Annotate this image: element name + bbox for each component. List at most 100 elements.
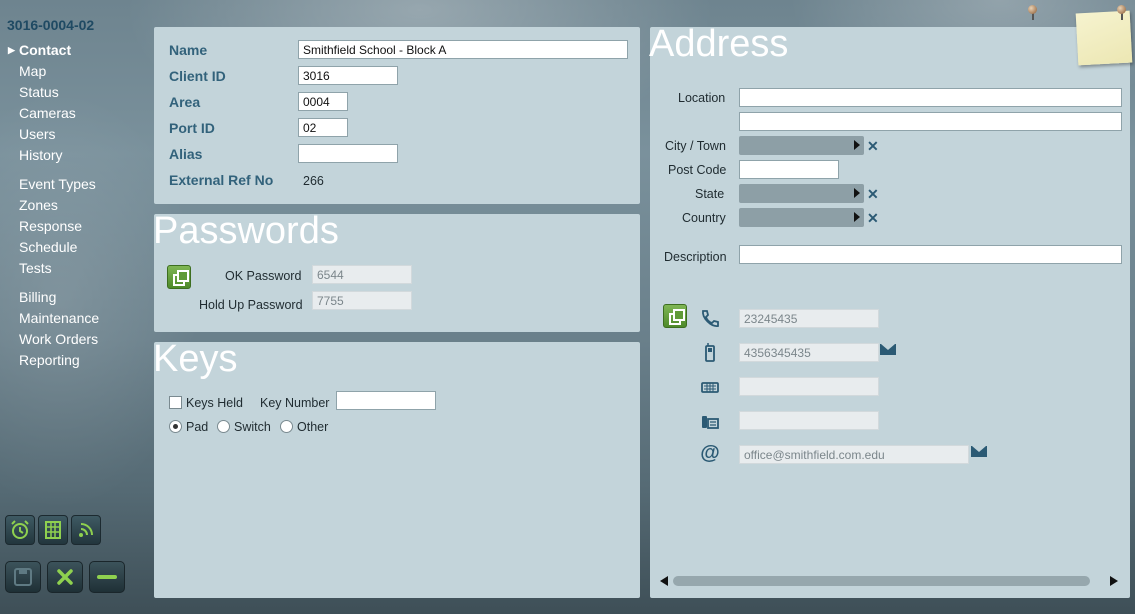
radio-switch-label: Switch — [234, 420, 271, 434]
alias-field[interactable] — [298, 144, 398, 163]
radio-pad-label: Pad — [186, 420, 209, 434]
copy-contacts-button[interactable] — [663, 304, 687, 328]
radio-pad[interactable] — [169, 420, 182, 433]
country-label: Country — [682, 211, 726, 225]
scrollbar-thumb[interactable] — [673, 576, 1090, 586]
sidebar-item-history[interactable]: History — [0, 145, 150, 166]
chevron-right-icon — [854, 188, 860, 198]
name-label: Name — [169, 42, 208, 58]
area-field[interactable] — [298, 92, 348, 111]
sidebar-item-zones[interactable]: Zones — [0, 195, 150, 216]
sidebar-item-map[interactable]: Map — [0, 61, 150, 82]
pin-icon — [1028, 5, 1037, 14]
email-field[interactable] — [739, 445, 969, 464]
description-field[interactable] — [739, 245, 1122, 264]
save-button[interactable] — [5, 561, 41, 593]
sidebar-item-work-orders[interactable]: Work Orders — [0, 329, 150, 350]
delete-button[interactable] — [89, 561, 125, 593]
sticky-note[interactable] — [1075, 10, 1133, 66]
phone-icon — [698, 307, 722, 331]
clear-state-button[interactable]: ✕ — [867, 187, 879, 201]
nav-group: Billing Maintenance Work Orders Reportin… — [0, 287, 150, 371]
desk-phone-icon — [698, 409, 722, 433]
at-sign-icon: @ — [700, 441, 720, 464]
address-title: Address — [649, 23, 789, 65]
radio-other[interactable] — [280, 420, 293, 433]
radio-switch[interactable] — [217, 420, 230, 433]
clear-city-button[interactable]: ✕ — [867, 139, 879, 153]
sidebar-item-response[interactable]: Response — [0, 216, 150, 237]
caret-right-icon: ▶ — [8, 45, 15, 55]
chevron-right-icon — [854, 140, 860, 150]
sidebar-item-maintenance[interactable]: Maintenance — [0, 308, 150, 329]
cancel-button[interactable] — [47, 561, 83, 593]
building-icon — [45, 521, 61, 539]
sidebar-item-label: Cameras — [19, 105, 76, 121]
sidebar-item-label: Maintenance — [19, 310, 100, 326]
external-ref-value: 266 — [303, 174, 324, 188]
key-number-label: Key Number — [260, 396, 330, 410]
building-button[interactable] — [38, 515, 68, 545]
scroll-right-icon[interactable] — [1110, 576, 1118, 586]
wireless-signal-button[interactable] — [71, 515, 101, 545]
sidebar-item-cameras[interactable]: Cameras — [0, 103, 150, 124]
description-label: Description — [664, 250, 727, 264]
postcode-field[interactable] — [739, 160, 839, 179]
external-ref-label: External Ref No — [169, 172, 274, 188]
postcode-label: Post Code — [668, 163, 727, 177]
copy-button[interactable] — [167, 265, 191, 289]
port-id-label: Port ID — [169, 120, 215, 136]
clear-country-button[interactable]: ✕ — [867, 211, 879, 225]
client-id-field[interactable] — [298, 66, 398, 85]
nav-group: Event Types Zones Response Schedule Test… — [0, 174, 150, 279]
ok-password-field[interactable] — [312, 265, 412, 284]
sidebar-item-tests[interactable]: Tests — [0, 258, 150, 279]
alias-label: Alias — [169, 146, 203, 162]
sidebar-item-label: Users — [19, 126, 56, 142]
address-panel: Address Location City / Town ✕ Post Code… — [649, 23, 1130, 598]
hold-up-password-field[interactable] — [312, 291, 412, 310]
sidebar-item-users[interactable]: Users — [0, 124, 150, 145]
area-label: Area — [169, 94, 201, 110]
hold-up-password-label: Hold Up Password — [199, 298, 303, 312]
city-label: City / Town — [665, 139, 726, 153]
nav-group: ▶ Contact Map Status Cameras Users Histor… — [0, 40, 150, 166]
close-icon — [57, 569, 73, 585]
country-dropdown[interactable] — [739, 208, 864, 227]
name-field[interactable] — [298, 40, 628, 59]
sidebar-item-reporting[interactable]: Reporting — [0, 350, 150, 371]
fax-field[interactable] — [739, 377, 879, 396]
alarm-clock-button[interactable] — [5, 515, 35, 545]
location-line1-field[interactable] — [739, 88, 1122, 107]
sidebar-item-billing[interactable]: Billing — [0, 287, 150, 308]
sidebar-item-event-types[interactable]: Event Types — [0, 174, 150, 195]
other-phone-field[interactable] — [739, 411, 879, 430]
sidebar-item-label: Tests — [19, 260, 52, 276]
sidebar-item-label: Map — [19, 63, 47, 79]
city-dropdown[interactable] — [739, 136, 864, 155]
sidebar-item-label: Status — [19, 84, 59, 100]
email-envelope-icon[interactable] — [971, 446, 987, 457]
sidebar-item-status[interactable]: Status — [0, 82, 150, 103]
sidebar-item-schedule[interactable]: Schedule — [0, 237, 150, 258]
email-envelope-icon[interactable] — [880, 344, 896, 355]
mobile-phone-icon — [698, 341, 722, 365]
sidebar-nav: ▶ Contact Map Status Cameras Users Histor… — [0, 40, 150, 379]
key-number-field[interactable] — [336, 391, 436, 410]
state-dropdown[interactable] — [739, 184, 864, 203]
horizontal-scrollbar[interactable] — [660, 575, 1122, 587]
scroll-left-icon[interactable] — [660, 576, 668, 586]
sidebar-item-label: History — [19, 147, 63, 163]
fax-icon — [698, 375, 722, 399]
keys-panel: Keys Keys Held Key Number Pad Switch Oth… — [153, 338, 640, 598]
location-line2-field[interactable] — [739, 112, 1122, 131]
mobile-field[interactable] — [739, 343, 879, 362]
sidebar-item-contact[interactable]: ▶ Contact — [0, 40, 150, 61]
keys-held-checkbox[interactable] — [169, 396, 182, 409]
contact-panel: Name Client ID Area Port ID Alias Extern… — [154, 27, 640, 204]
phone-field[interactable] — [739, 309, 879, 328]
port-id-field[interactable] — [298, 118, 348, 137]
wireless-signal-icon — [79, 523, 93, 537]
sidebar-item-label: Contact — [19, 42, 72, 58]
keys-title: Keys — [153, 338, 238, 380]
